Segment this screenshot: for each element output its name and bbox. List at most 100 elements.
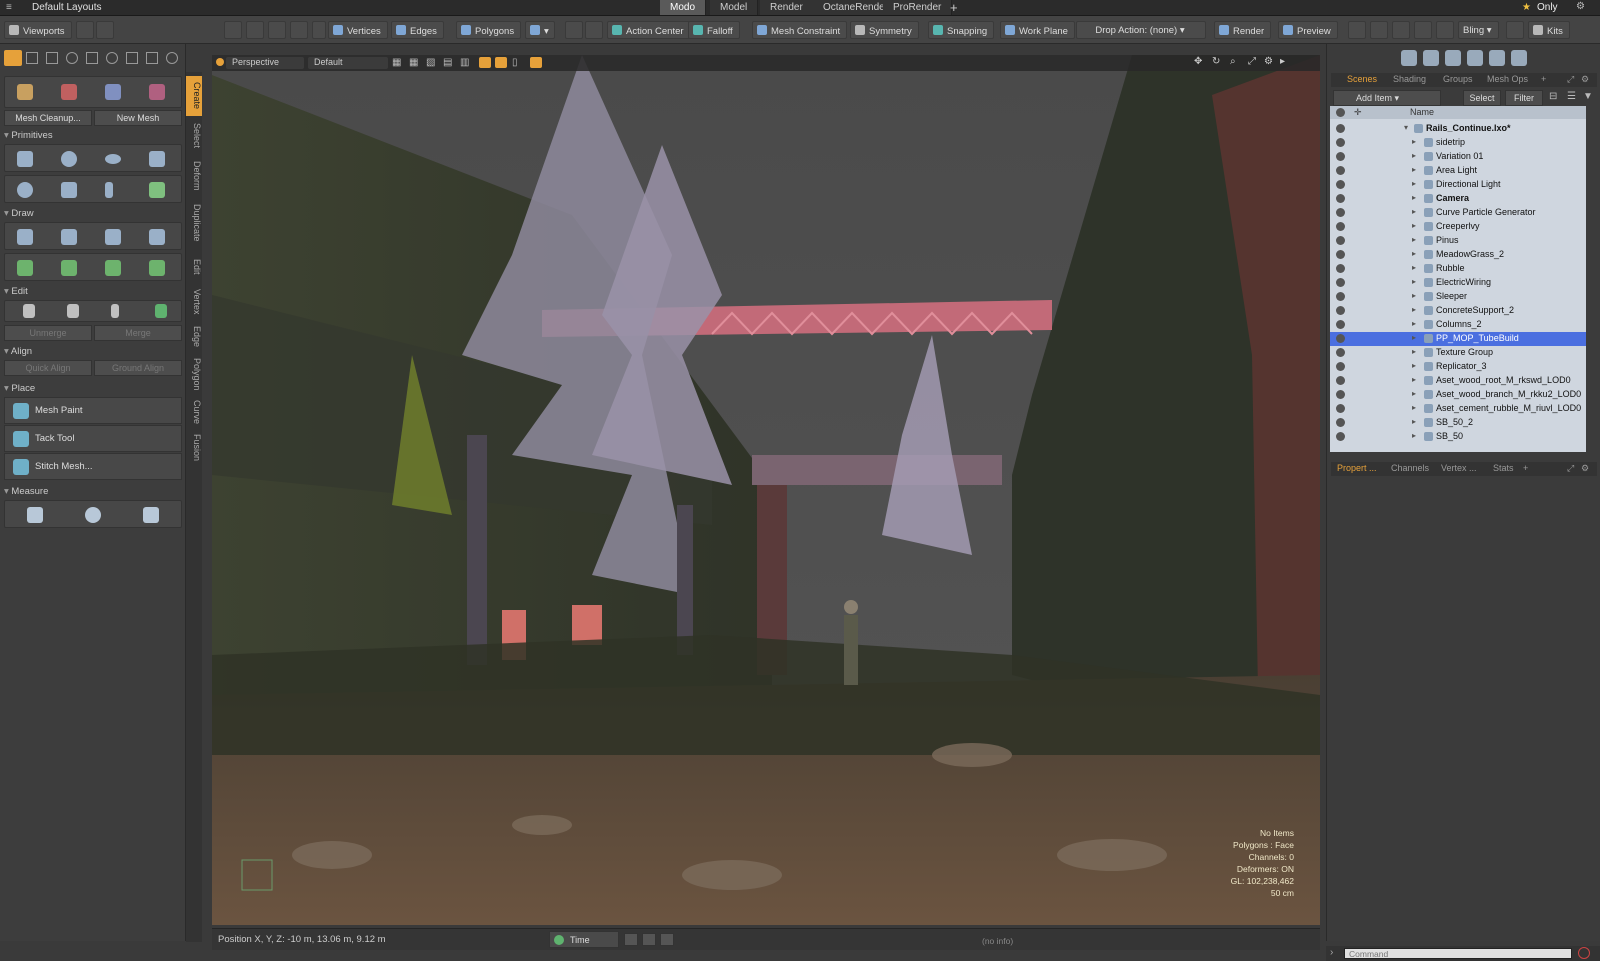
command-input[interactable]: [1344, 948, 1572, 959]
tab-edit[interactable]: Edit: [186, 252, 202, 282]
mode-tab-model[interactable]: Model: [710, 0, 759, 15]
expand-arrow-icon[interactable]: ▸: [1412, 207, 1416, 216]
tab-vertex[interactable]: Vertex: [186, 284, 202, 320]
expand-arrow-icon[interactable]: ▸: [1412, 165, 1416, 174]
eye-icon[interactable]: [1336, 292, 1345, 301]
mesh-paint-button[interactable]: Mesh Paint: [4, 397, 182, 424]
locator-item-icon[interactable]: [1423, 50, 1439, 66]
expand-arrow-icon[interactable]: ▸: [1412, 277, 1416, 286]
mode-tab-render[interactable]: Render: [760, 0, 814, 15]
mesh-item-icon[interactable]: [1401, 50, 1417, 66]
tab-mesh-ops[interactable]: Mesh Ops: [1487, 74, 1528, 86]
copy-icon[interactable]: [67, 304, 79, 318]
pin-icon[interactable]: [111, 304, 119, 318]
action-icon-b[interactable]: [585, 21, 603, 39]
tab-fusion[interactable]: Fusion: [186, 430, 202, 466]
drop-action-dropdown[interactable]: Drop Action: (none) ▾: [1076, 21, 1206, 39]
generate-icon[interactable]: [17, 84, 33, 100]
pan-icon[interactable]: ✥: [1194, 56, 1202, 67]
eye-icon[interactable]: [1336, 250, 1345, 259]
move-icon[interactable]: [86, 52, 98, 64]
kits-button[interactable]: Kits: [1528, 21, 1570, 39]
tab-polygon[interactable]: Polygon: [186, 354, 202, 394]
expand-arrow-icon[interactable]: ▸: [1412, 263, 1416, 272]
eye-icon[interactable]: [1336, 264, 1345, 273]
viewport-settings-icon[interactable]: ⚙: [1264, 56, 1273, 67]
expand-arrow-icon[interactable]: ▸: [1412, 291, 1416, 300]
eye-icon[interactable]: [1336, 432, 1345, 441]
eye-icon[interactable]: [1336, 194, 1345, 203]
action-icon-a[interactable]: [565, 21, 583, 39]
items-mode-icon[interactable]: [246, 21, 264, 39]
select-button[interactable]: Select: [1463, 90, 1501, 106]
measure-section-header[interactable]: Measure: [4, 486, 182, 499]
expand-arrow-icon[interactable]: ▸: [1412, 319, 1416, 328]
lock-column-icon[interactable]: ✛: [1354, 107, 1362, 118]
expand-arrow-icon[interactable]: ▸: [1412, 375, 1416, 384]
bling-dropdown[interactable]: Bling ▾: [1458, 21, 1499, 39]
merge-button[interactable]: Merge: [94, 325, 182, 341]
expand-arrow-icon[interactable]: ▸: [1412, 305, 1416, 314]
expand-arrow-icon[interactable]: ▸: [1412, 403, 1416, 412]
scale-icon[interactable]: [46, 52, 58, 64]
pen-icon[interactable]: [17, 229, 33, 245]
capsule-icon[interactable]: [105, 154, 121, 164]
expand-arrow-icon[interactable]: ▾: [1404, 123, 1408, 132]
expand-arrow-icon[interactable]: ▸: [1412, 431, 1416, 440]
eye-icon[interactable]: [1336, 376, 1345, 385]
command-history-icon[interactable]: ›: [1330, 947, 1333, 958]
center-mode-icon[interactable]: [290, 21, 308, 39]
add-panel-tab-icon[interactable]: +: [1541, 74, 1546, 86]
tab-stats[interactable]: Stats: [1493, 463, 1514, 475]
cut-icon[interactable]: [23, 304, 35, 318]
selection-type-dropdown[interactable]: ▾: [525, 21, 555, 39]
align-section-header[interactable]: Align: [4, 346, 182, 359]
sketch-icon[interactable]: [61, 229, 77, 245]
expand-arrow-icon[interactable]: ▸: [1412, 347, 1416, 356]
expand-arrow-icon[interactable]: ▸: [1412, 193, 1416, 202]
maximize-icon[interactable]: ⤢: [1248, 56, 1256, 67]
sphere-tool-icon[interactable]: [105, 84, 121, 100]
shadows-toggle-icon[interactable]: [495, 57, 507, 68]
tab-duplicate[interactable]: Duplicate: [186, 198, 202, 248]
tab-shading[interactable]: Shading: [1393, 74, 1426, 86]
eye-icon[interactable]: [1336, 236, 1345, 245]
protractor-icon[interactable]: [85, 507, 101, 523]
tree-item[interactable]: ▸ Aset_wood_branch_M_rkku2_LOD0: [1330, 388, 1586, 402]
create-mode-icon[interactable]: [4, 50, 22, 66]
tab-deform[interactable]: Deform: [186, 156, 202, 196]
tree-item[interactable]: ▸ Columns_2: [1330, 318, 1586, 332]
tree-item[interactable]: ▸ Pinus: [1330, 234, 1586, 248]
spline-icon[interactable]: [61, 260, 77, 276]
gear-icon[interactable]: ⚙: [1576, 1, 1585, 12]
paste-icon[interactable]: [155, 304, 167, 318]
new-mesh-button[interactable]: New Mesh: [94, 110, 182, 126]
expand-arrow-icon[interactable]: ▸: [1412, 221, 1416, 230]
expand-arrow-icon[interactable]: ▸: [1412, 179, 1416, 188]
eye-icon[interactable]: [1336, 278, 1345, 287]
tree-item[interactable]: ▸ SB_50_2: [1330, 416, 1586, 430]
work-plane-button[interactable]: Work Plane: [1000, 21, 1075, 39]
add-item-dropdown[interactable]: Add Item ▾: [1333, 90, 1441, 106]
layout-settings-icon[interactable]: [96, 21, 114, 39]
expand-arrow-icon[interactable]: ▸: [1412, 137, 1416, 146]
cone-icon[interactable]: [149, 151, 165, 167]
panel-settings-icon[interactable]: ⚙: [1581, 74, 1589, 86]
falloff-button[interactable]: Falloff: [688, 21, 740, 39]
tree-item[interactable]: ▸ ElectricWiring: [1330, 276, 1586, 290]
place-section-header[interactable]: Place: [4, 383, 182, 396]
camera-item-icon[interactable]: [1467, 50, 1483, 66]
texture-display-icon[interactable]: ▧: [426, 57, 435, 68]
view-type-dropdown[interactable]: Perspective: [226, 57, 304, 69]
tree-item[interactable]: ▸ Replicator_3: [1330, 360, 1586, 374]
tree-item[interactable]: ▸ Sleeper: [1330, 290, 1586, 304]
timeline-icon-b[interactable]: [642, 933, 656, 946]
eye-icon[interactable]: [1336, 390, 1345, 399]
mesh-cleanup-button[interactable]: Mesh Cleanup...: [4, 110, 92, 126]
layout-toggle-icon[interactable]: [76, 21, 94, 39]
wireframe-icon[interactable]: ▦: [392, 57, 401, 68]
grid-icon[interactable]: [26, 52, 38, 64]
mode-tab-prorender[interactable]: ProRender: [883, 0, 953, 15]
timeline-icon-a[interactable]: [624, 933, 638, 946]
tab-create[interactable]: Create: [186, 76, 202, 116]
